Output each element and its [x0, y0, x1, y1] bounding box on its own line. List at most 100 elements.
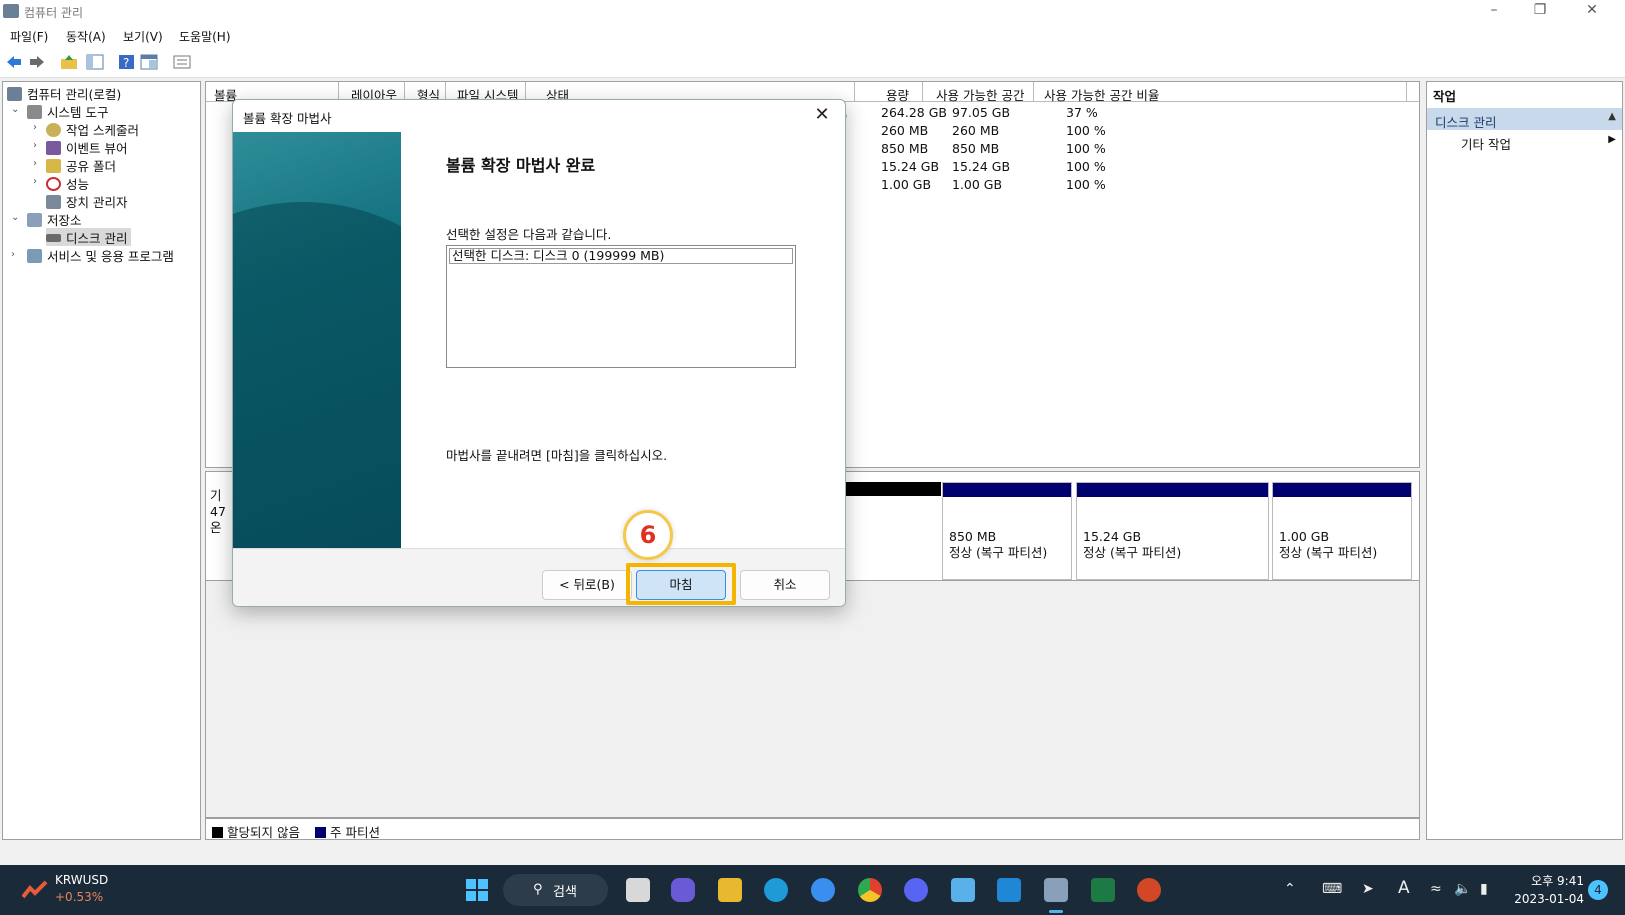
shared-folder-icon [46, 159, 61, 173]
device-manager-icon [46, 195, 61, 209]
partition-recovery-2[interactable]: 15.24 GB 정상 (복구 파티션) [1076, 482, 1269, 580]
menu-action[interactable]: 동작(A) [66, 28, 106, 45]
expand-chevron-icon[interactable]: › [11, 249, 15, 260]
edge-icon[interactable] [764, 878, 788, 902]
wizard-finish-note: 마법사를 끝내려면 [마침]을 클릭하십시오. [446, 448, 668, 463]
navigation-tree: 컴퓨터 관리(로컬) ⌄ 시스템 도구 › 작업 스케줄러 › 이벤트 뷰어 ›… [2, 81, 201, 840]
disk-icon [46, 234, 61, 242]
active-app-indicator [1049, 910, 1063, 913]
tree-item-disk-management[interactable]: 디스크 관리 [46, 228, 132, 246]
taskbar: KRWUSD +0.53% ⚲ 검색 ⌃ ⌨ ➤ A ≈ 🔈 ▮ 오후 9:41… [0, 865, 1625, 915]
actions-more-actions[interactable]: 기타 작업 ▶ [1427, 132, 1622, 152]
restore-button[interactable]: ❐ [1517, 2, 1563, 22]
legend: 할당되지 않음 주 파티션 [205, 818, 1420, 840]
up-folder-icon[interactable] [60, 54, 78, 70]
tree-item-shared-folders[interactable]: 공유 폴더 [46, 156, 116, 174]
tree-item-storage[interactable]: 저장소 [27, 210, 82, 228]
actions-pane: 작업 디스크 관리 ▲ 기타 작업 ▶ [1426, 81, 1623, 840]
menu-file[interactable]: 파일(F) [10, 28, 48, 45]
expand-chevron-icon[interactable]: › [33, 122, 37, 133]
expand-chevron-icon[interactable]: › [33, 140, 37, 151]
cancel-button[interactable]: 취소 [740, 570, 830, 600]
back-arrow-icon[interactable] [5, 54, 23, 70]
actions-header: 작업 [1433, 89, 1457, 104]
keyboard-icon[interactable]: ⌨ [1322, 881, 1342, 897]
tools-icon [27, 105, 42, 119]
computer-management-taskbar-icon[interactable] [1044, 878, 1068, 902]
back-button[interactable]: < 뒤로(B) [542, 570, 632, 600]
menu-view[interactable]: 보기(V) [123, 28, 163, 45]
wizard-subtitle: 선택한 설정은 다음과 같습니다. [446, 227, 612, 242]
tray-overflow-chevron-icon[interactable]: ⌃ [1284, 881, 1296, 897]
properties-icon[interactable] [173, 54, 191, 70]
minimize-button[interactable]: – [1471, 2, 1517, 22]
battery-icon[interactable]: ▮ [1480, 881, 1488, 897]
tree-item-system-tools[interactable]: 시스템 도구 [27, 102, 108, 120]
column-free-space[interactable]: 사용 가능한 공간 [936, 85, 1024, 104]
primary-partition-swatch [315, 827, 326, 838]
console-icon[interactable] [140, 54, 158, 70]
storage-icon [27, 213, 42, 227]
event-log-icon [46, 141, 61, 155]
submenu-arrow-icon: ▶ [1608, 134, 1616, 145]
forward-arrow-icon[interactable] [28, 54, 46, 70]
disk-map-empty-area [205, 581, 1420, 818]
close-window-button[interactable]: ✕ [1569, 2, 1615, 22]
ime-indicator[interactable]: A [1398, 878, 1410, 898]
extend-volume-wizard-dialog: 볼륨 확장 마법사 ✕ 볼륨 확장 마법사 완료 선택한 설정은 다음과 같습니… [232, 99, 846, 607]
show-tree-icon[interactable] [86, 54, 104, 70]
tree-item-event-viewer[interactable]: 이벤트 뷰어 [46, 138, 127, 156]
column-percent-free[interactable]: 사용 가능한 공간 비율 [1044, 85, 1159, 104]
notification-badge[interactable]: 4 [1588, 880, 1608, 900]
partition-recovery-1[interactable]: 850 MB 정상 (복구 파티션) [942, 482, 1072, 580]
expand-chevron-icon[interactable]: › [33, 158, 37, 169]
expand-chevron-icon[interactable]: › [33, 176, 37, 187]
volume-icon[interactable]: 🔈 [1454, 881, 1471, 897]
start-icon[interactable] [465, 878, 489, 902]
file-explorer-icon[interactable] [718, 878, 742, 902]
tree-item-task-scheduler[interactable]: 작업 스케줄러 [46, 120, 139, 138]
help-icon[interactable]: ? [118, 54, 136, 70]
clock-icon [46, 123, 61, 137]
collapse-chevron-icon[interactable]: ⌄ [11, 212, 19, 223]
finish-button-highlight [626, 563, 736, 605]
partition-recovery-3[interactable]: 1.00 GB 정상 (복구 파티션) [1272, 482, 1412, 580]
collapse-triangle-icon: ▲ [1608, 111, 1616, 122]
dialog-footer: < 뒤로(B) 마침 취소 [233, 548, 845, 606]
menu-help[interactable]: 도움말(H) [179, 28, 231, 45]
unallocated-swatch [212, 827, 223, 838]
wizard-side-banner [233, 132, 401, 548]
stock-change: +0.53% [55, 890, 104, 904]
bing-icon[interactable] [811, 878, 835, 902]
tree-item-root[interactable]: 컴퓨터 관리(로컬) [7, 84, 121, 102]
dialog-close-button[interactable]: ✕ [807, 102, 837, 128]
settings-summary-box[interactable]: 선택한 디스크: 디스크 0 (199999 MB) [446, 245, 796, 368]
column-capacity[interactable]: 용량 [886, 85, 909, 104]
task-view-icon[interactable] [626, 878, 650, 902]
tree-item-device-manager[interactable]: 장치 관리자 [46, 192, 127, 210]
step-badge: 6 [623, 510, 673, 560]
tree-item-performance[interactable]: 성능 [46, 174, 89, 192]
powerpoint-icon[interactable] [1137, 878, 1161, 902]
computer-management-icon [7, 87, 22, 101]
stock-name[interactable]: KRWUSD [55, 873, 108, 887]
actions-section-disk-management[interactable]: 디스크 관리 ▲ [1427, 108, 1622, 130]
collapse-chevron-icon[interactable]: ⌄ [11, 104, 19, 115]
notepad-icon[interactable] [951, 878, 975, 902]
taskbar-search[interactable]: ⚲ 검색 [503, 874, 608, 906]
discord-icon[interactable] [904, 878, 928, 902]
search-icon: ⚲ [533, 882, 543, 897]
menu-bar: 파일(F) 동작(A) 보기(V) 도움말(H) [0, 24, 1625, 46]
stock-chart-icon[interactable] [21, 879, 48, 901]
svg-text:?: ? [123, 56, 129, 70]
clock-time: 오후 9:41 [1531, 874, 1584, 888]
location-icon[interactable]: ➤ [1362, 881, 1374, 897]
clock[interactable]: 오후 9:41 2023-01-04 [1512, 872, 1584, 906]
tree-item-services[interactable]: 서비스 및 응용 프로그램 [27, 246, 174, 264]
chrome-icon[interactable] [858, 878, 882, 902]
selected-disk-line: 선택한 디스크: 디스크 0 (199999 MB) [449, 248, 793, 264]
wifi-icon[interactable]: ≈ [1430, 881, 1442, 897]
vscode-icon[interactable] [997, 878, 1021, 902]
excel-icon[interactable] [1091, 878, 1115, 902]
teams-chat-icon[interactable] [671, 878, 695, 902]
